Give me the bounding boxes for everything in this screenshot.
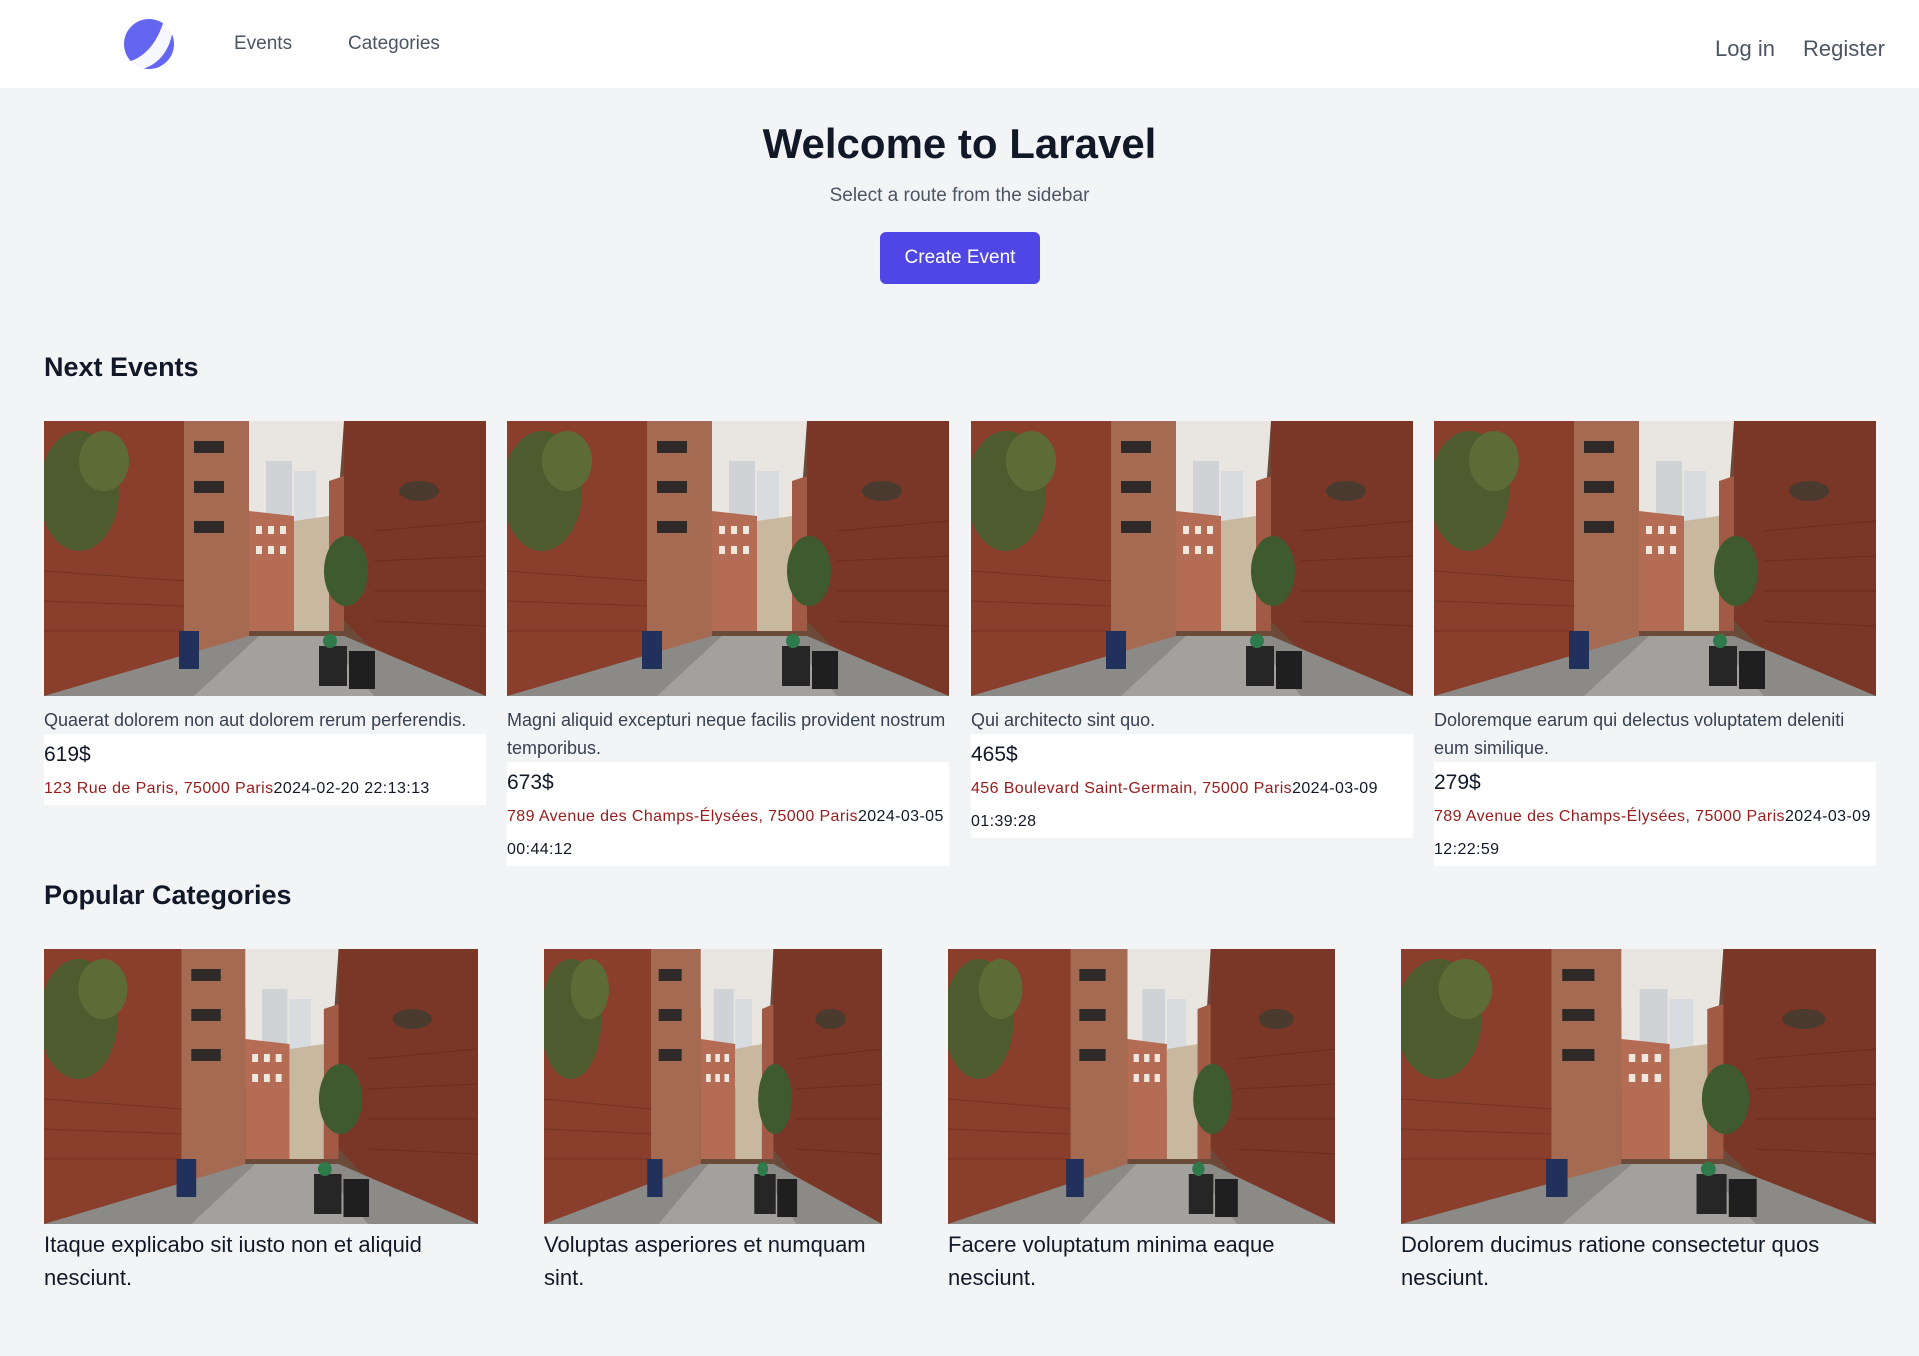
event-price: 619$ — [44, 743, 91, 766]
page-title: Welcome to Laravel — [762, 120, 1157, 167]
event-info: 279$ 789 Avenue des Champs-Élysées, 7500… — [1434, 762, 1876, 866]
event-meta: 789 Avenue des Champs-Élysées, 75000 Par… — [1434, 800, 1876, 866]
category-title[interactable]: Voluptas asperiores et numquam sint. — [544, 1228, 882, 1294]
category-card[interactable]: Dolorem ducimus ratione consectetur quos… — [1401, 949, 1876, 1294]
category-card[interactable]: Voluptas asperiores et numquam sint. — [544, 949, 882, 1294]
event-card[interactable]: Quaerat dolorem non aut dolorem rerum pe… — [44, 421, 486, 805]
event-price: 673$ — [507, 771, 554, 794]
event-meta: 123 Rue de Paris, 75000 Paris2024-02-20 … — [44, 772, 486, 805]
event-price: 279$ — [1434, 771, 1481, 794]
event-card[interactable]: Doloremque earum qui delectus voluptatem… — [1434, 421, 1876, 866]
event-title[interactable]: Quaerat dolorem non aut dolorem rerum pe… — [44, 706, 486, 734]
event-meta: 789 Avenue des Champs-Élysées, 75000 Par… — [507, 800, 949, 866]
category-card[interactable]: Facere voluptatum minima eaque nesciunt. — [948, 949, 1335, 1294]
app-logo-icon[interactable] — [124, 19, 174, 69]
nav-link-categories[interactable]: Categories — [348, 33, 440, 55]
event-title[interactable]: Magni aliquid excepturi neque facilis pr… — [507, 706, 949, 762]
event-title[interactable]: Doloremque earum qui delectus voluptatem… — [1434, 706, 1876, 762]
category-card[interactable]: Itaque explicabo sit iusto non et aliqui… — [44, 949, 478, 1294]
event-card[interactable]: Qui architecto sint quo. 465$ 456 Boulev… — [971, 421, 1413, 838]
event-info: 465$ 456 Boulevard Saint-Germain, 75000 … — [971, 734, 1413, 838]
event-meta: 456 Boulevard Saint-Germain, 75000 Paris… — [971, 772, 1413, 838]
category-image[interactable] — [544, 949, 882, 1224]
create-event-button[interactable]: Create Event — [880, 232, 1040, 284]
login-link[interactable]: Log in — [1715, 36, 1775, 62]
event-address: 789 Avenue des Champs-Élysées, 75000 Par… — [507, 808, 858, 825]
event-info: 673$ 789 Avenue des Champs-Élysées, 7500… — [507, 762, 949, 866]
event-image[interactable] — [971, 421, 1413, 696]
page-subtitle: Select a route from the sidebar — [829, 185, 1090, 206]
event-address: 123 Rue de Paris, 75000 Paris — [44, 780, 274, 797]
nav-link-events[interactable]: Events — [234, 33, 292, 55]
category-title[interactable]: Dolorem ducimus ratione consectetur quos… — [1401, 1228, 1876, 1294]
event-datetime: 2024-02-20 22:13:13 — [273, 780, 430, 797]
popular-categories-heading: Popular Categories — [44, 880, 292, 910]
event-info: 619$ 123 Rue de Paris, 75000 Paris2024-0… — [44, 734, 486, 805]
event-image[interactable] — [1434, 421, 1876, 696]
event-card[interactable]: Magni aliquid excepturi neque facilis pr… — [507, 421, 949, 866]
event-price: 465$ — [971, 743, 1018, 766]
event-image[interactable] — [507, 421, 949, 696]
event-title[interactable]: Qui architecto sint quo. — [971, 706, 1413, 734]
category-title[interactable]: Itaque explicabo sit iusto non et aliqui… — [44, 1228, 478, 1294]
event-address: 789 Avenue des Champs-Élysées, 75000 Par… — [1434, 808, 1785, 825]
event-address: 456 Boulevard Saint-Germain, 75000 Paris — [971, 780, 1293, 797]
category-image[interactable] — [44, 949, 478, 1224]
category-image[interactable] — [948, 949, 1335, 1224]
category-image[interactable] — [1401, 949, 1876, 1224]
event-image[interactable] — [44, 421, 486, 696]
category-title[interactable]: Facere voluptatum minima eaque nesciunt. — [948, 1228, 1335, 1294]
top-navbar: Events Categories Log in Register — [0, 0, 1919, 88]
next-events-heading: Next Events — [44, 352, 199, 382]
register-link[interactable]: Register — [1803, 36, 1885, 62]
